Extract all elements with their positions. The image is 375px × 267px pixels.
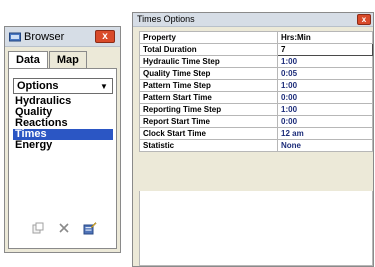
table-row[interactable]: Reporting Time Step 1:00 xyxy=(139,103,373,116)
property-value-input[interactable]: 7 xyxy=(277,43,373,56)
browser-app-icon xyxy=(9,32,21,41)
property-name: Quality Time Step xyxy=(139,67,278,80)
property-value[interactable]: 1:00 xyxy=(277,55,373,68)
browser-window: Browser x Data Map Options ▼ Hydraulics … xyxy=(4,26,121,253)
property-value[interactable]: 0:00 xyxy=(277,115,373,128)
table-row[interactable]: Hydraulic Time Step 1:00 xyxy=(139,55,373,68)
category-dropdown[interactable]: Options ▼ xyxy=(13,78,113,94)
property-value[interactable]: 0:05 xyxy=(277,67,373,80)
property-name: Report Start Time xyxy=(139,115,278,128)
table-row[interactable]: Statistic None xyxy=(139,139,373,152)
edit-icon[interactable] xyxy=(83,221,97,235)
property-name: Total Duration xyxy=(139,43,278,56)
column-header-property: Property xyxy=(139,31,278,44)
browser-close-button[interactable]: x xyxy=(95,30,115,43)
times-options-close-button[interactable]: x xyxy=(357,14,371,25)
times-options-titlebar[interactable]: Times Options x xyxy=(133,13,373,27)
list-item[interactable]: Energy xyxy=(13,140,113,151)
chevron-down-icon[interactable]: ▼ xyxy=(98,80,110,92)
table-row[interactable]: Report Start Time 0:00 xyxy=(139,115,373,128)
property-value[interactable]: 0:00 xyxy=(277,91,373,104)
browser-toolbar xyxy=(31,221,97,235)
browser-title: Browser xyxy=(24,30,65,43)
tab-map[interactable]: Map xyxy=(48,51,87,69)
property-name: Pattern Start Time xyxy=(139,91,278,104)
browser-tabs: Data Map xyxy=(8,51,88,69)
table-row[interactable]: Total Duration 7 xyxy=(139,43,373,56)
table-header-row: Property Hrs:Min xyxy=(139,31,373,44)
times-options-grid: Property Hrs:Min Total Duration 7 Hydrau… xyxy=(139,31,373,152)
table-row[interactable]: Clock Start Time 12 am xyxy=(139,127,373,140)
property-value[interactable]: 12 am xyxy=(277,127,373,140)
tab-data[interactable]: Data xyxy=(8,51,48,69)
dropdown-selected-value: Options xyxy=(17,80,59,92)
property-name: Reporting Time Step xyxy=(139,103,278,116)
property-name: Hydraulic Time Step xyxy=(139,55,278,68)
property-value[interactable]: None xyxy=(277,139,373,152)
table-row[interactable]: Pattern Time Step 1:00 xyxy=(139,79,373,92)
column-header-value: Hrs:Min xyxy=(277,31,373,44)
table-row[interactable]: Pattern Start Time 0:00 xyxy=(139,91,373,104)
add-icon[interactable] xyxy=(31,221,45,235)
table-row[interactable]: Quality Time Step 0:05 xyxy=(139,67,373,80)
browser-titlebar[interactable]: Browser x xyxy=(5,27,120,47)
times-options-window: Times Options x Property Hrs:Min Total D… xyxy=(132,12,374,267)
property-name: Pattern Time Step xyxy=(139,79,278,92)
property-name: Clock Start Time xyxy=(139,127,278,140)
data-tab-panel: Options ▼ Hydraulics Quality Reactions T… xyxy=(8,68,117,249)
grid-empty-area xyxy=(139,191,373,266)
options-list: Hydraulics Quality Reactions Times Energ… xyxy=(13,96,113,151)
delete-icon[interactable] xyxy=(57,221,71,235)
property-value[interactable]: 1:00 xyxy=(277,103,373,116)
property-value[interactable]: 1:00 xyxy=(277,79,373,92)
times-options-title: Times Options xyxy=(137,14,195,24)
property-name: Statistic xyxy=(139,139,278,152)
